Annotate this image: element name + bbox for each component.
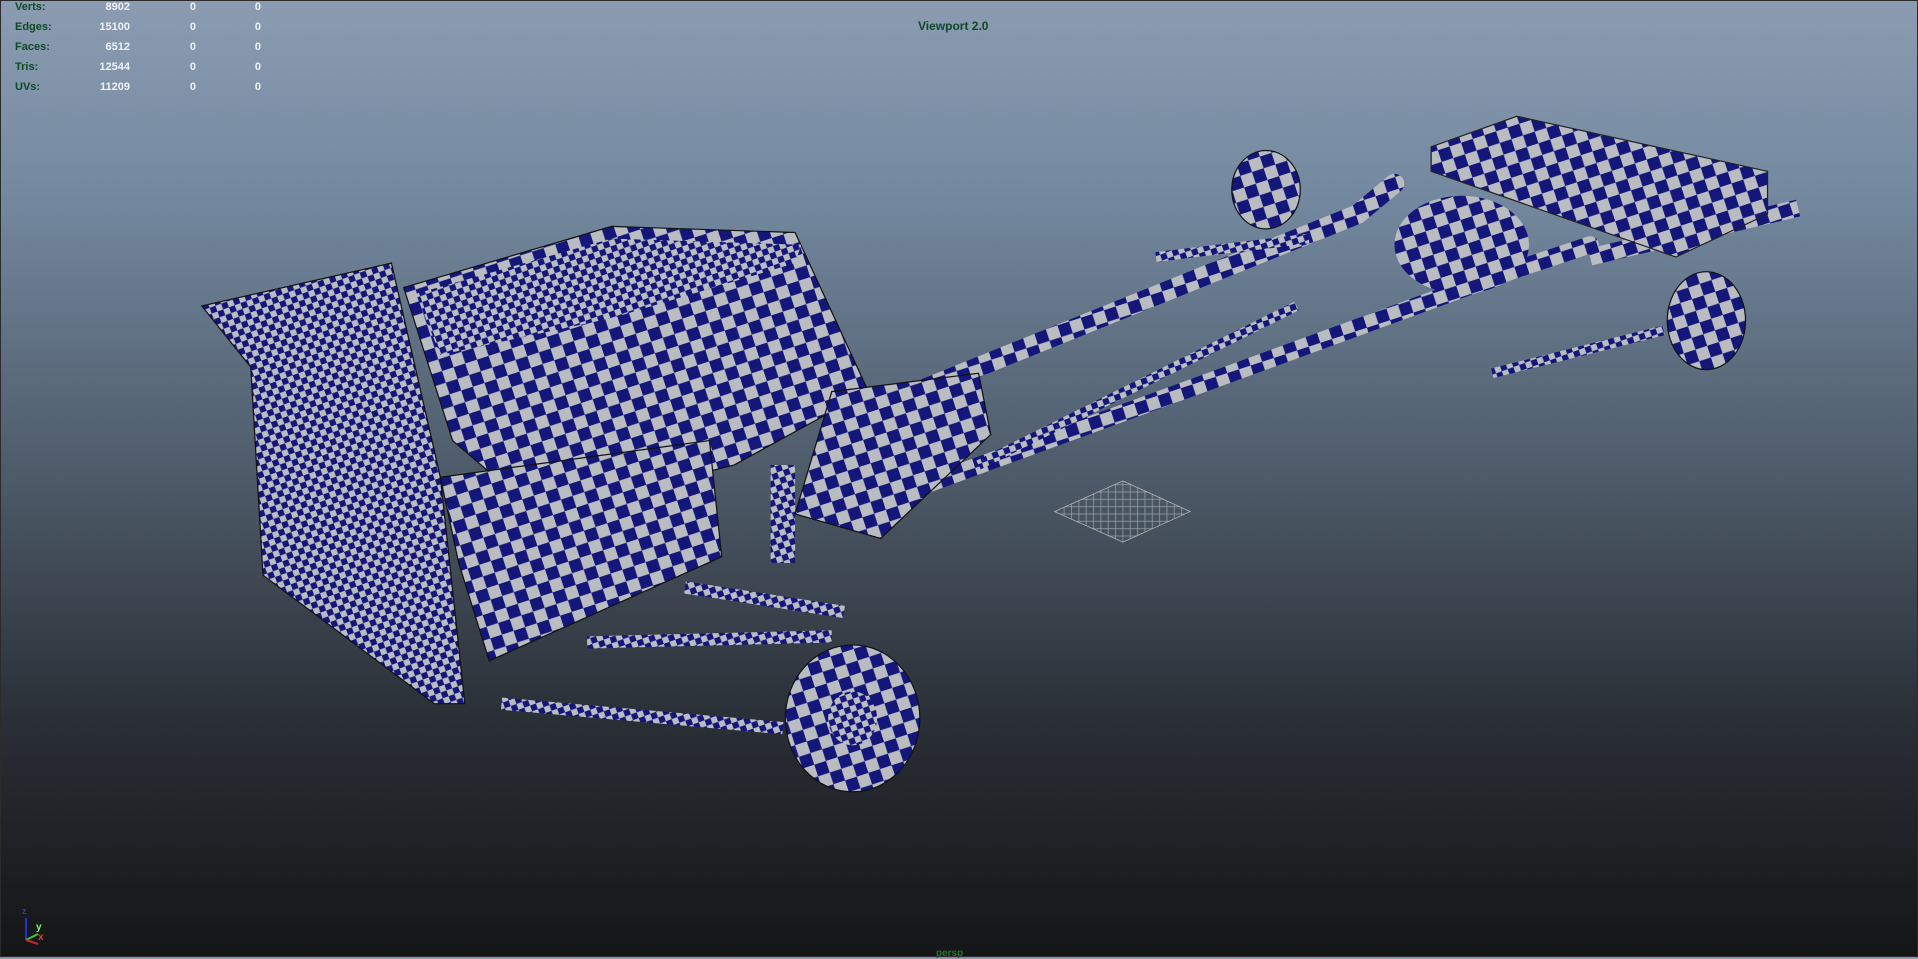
camera-name-label: persp: [936, 948, 964, 959]
chassis-model[interactable]: [200, 115, 1801, 793]
ground-grid: [1053, 480, 1192, 543]
3d-viewport-scene[interactable]: [0, 0, 1918, 957]
rear-wheel: [1666, 271, 1747, 371]
rear-wheel: [1231, 149, 1301, 230]
axis-gizmo: y x z: [18, 906, 48, 951]
axis-z-label: z: [22, 906, 27, 916]
axis-x-label: x: [38, 932, 44, 943]
